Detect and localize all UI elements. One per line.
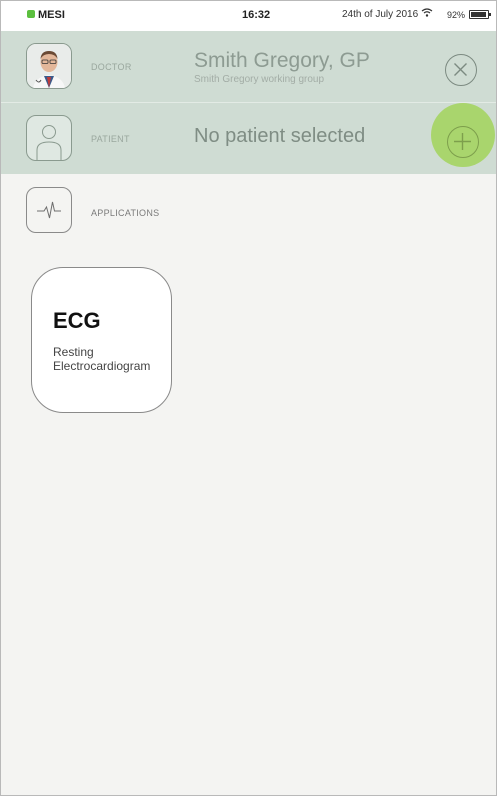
battery-percent: 92% <box>447 10 466 20</box>
patient-label: PATIENT <box>91 134 130 144</box>
status-time: 16:32 <box>242 9 271 21</box>
add-patient-icon-ring[interactable] <box>447 126 479 158</box>
doctor-row[interactable]: DOCTOR Smith Gregory, GP Smith Gregory w… <box>1 31 496 103</box>
plus-icon <box>454 133 471 150</box>
close-icon <box>454 63 467 76</box>
app-description: Electrocardiogram <box>53 359 151 373</box>
patient-status: No patient selected <box>194 125 366 147</box>
doctor-avatar <box>26 43 72 89</box>
heartbeat-icon <box>37 201 61 219</box>
applications-label: APPLICATIONS <box>91 208 160 218</box>
patient-avatar <box>26 115 72 161</box>
logout-button[interactable] <box>445 54 477 86</box>
carrier: MESI <box>27 9 65 21</box>
patient-row[interactable]: PATIENT No patient selected <box>1 103 496 174</box>
doctor-label: DOCTOR <box>91 62 132 72</box>
app-description: Resting <box>53 345 94 359</box>
doctor-name: Smith Gregory, GP <box>194 49 370 72</box>
app-frame: MESI 16:32 24th of July 2016 92% DOCTOR … <box>0 0 497 796</box>
status-date: 24th of July 2016 <box>342 9 419 20</box>
carrier-icon <box>27 10 35 18</box>
applications-row: APPLICATIONS <box>1 175 496 246</box>
carrier-label: MESI <box>38 9 65 21</box>
applications-icon-box <box>26 187 72 233</box>
battery-icon <box>469 10 491 19</box>
status-bar: MESI 16:32 24th of July 2016 92% <box>1 1 496 31</box>
app-card-ecg[interactable]: ECG Resting Electrocardiogram <box>31 267 172 413</box>
person-icon <box>36 125 62 160</box>
wifi-icon <box>421 7 433 22</box>
doctor-group: Smith Gregory working group <box>194 74 325 85</box>
app-title: ECG <box>53 308 101 333</box>
